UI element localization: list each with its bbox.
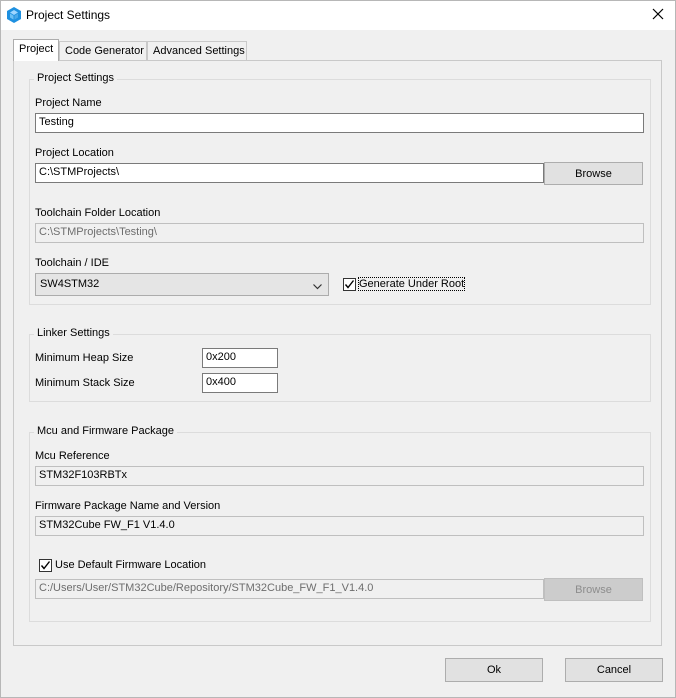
project-name-input[interactable]: Testing	[35, 113, 644, 133]
project-location-browse-button[interactable]: Browse	[544, 162, 643, 185]
close-button[interactable]	[641, 1, 675, 29]
tab-advanced-settings[interactable]: Advanced Settings	[147, 41, 247, 60]
linker-settings-group: Linker Settings Minimum Heap Size 0x200 …	[29, 327, 651, 402]
firmware-package-label: Firmware Package Name and Version	[35, 500, 221, 512]
close-icon	[652, 8, 664, 23]
tab-panel-project: Project Settings Project Name Testing Pr…	[13, 60, 662, 646]
mcu-reference-label: Mcu Reference	[35, 450, 110, 462]
project-location-label: Project Location	[35, 147, 114, 159]
tab-label: Code Generator	[65, 45, 144, 57]
tab-code-generator[interactable]: Code Generator	[59, 41, 147, 60]
window-title: Project Settings	[26, 8, 111, 22]
button-label: Cancel	[596, 664, 632, 676]
min-heap-input[interactable]: 0x200	[202, 348, 278, 368]
button-label: Ok	[486, 664, 502, 676]
chevron-down-icon	[313, 281, 322, 293]
use-default-firmware-checkbox[interactable]	[39, 559, 52, 572]
button-label: Browse	[575, 583, 612, 596]
mcu-firmware-group: Mcu and Firmware Package Mcu Reference S…	[29, 425, 651, 622]
ok-button[interactable]: Ok	[445, 658, 543, 682]
mcu-reference-input: STM32F103RBTx	[35, 466, 644, 486]
cube-icon	[7, 7, 21, 23]
use-default-firmware-label[interactable]: Use Default Firmware Location	[55, 559, 206, 571]
project-name-label: Project Name	[35, 97, 102, 109]
toolchain-folder-label: Toolchain Folder Location	[35, 207, 161, 219]
min-stack-label: Minimum Stack Size	[35, 377, 135, 389]
project-location-input[interactable]: C:\STMProjects\	[35, 163, 544, 183]
group-title: Linker Settings	[34, 327, 113, 339]
min-stack-input[interactable]: 0x400	[202, 373, 278, 393]
title-bar[interactable]: Project Settings	[1, 1, 675, 30]
project-settings-dialog: Project Settings Project Code Generator …	[0, 0, 676, 698]
group-title: Project Settings	[34, 72, 118, 84]
firmware-location-browse-button: Browse	[544, 578, 643, 601]
group-title: Mcu and Firmware Package	[34, 425, 177, 437]
toolchain-ide-select[interactable]: SW4STM32	[35, 273, 329, 296]
checkmark-icon	[40, 561, 51, 570]
cancel-button[interactable]: Cancel	[565, 658, 663, 682]
firmware-package-input: STM32Cube FW_F1 V1.4.0	[35, 516, 644, 536]
tab-label: Advanced Settings	[153, 45, 245, 57]
firmware-location-input: C:/Users/User/STM32Cube/Repository/STM32…	[35, 579, 544, 599]
tab-project[interactable]: Project	[13, 39, 59, 61]
min-heap-label: Minimum Heap Size	[35, 352, 134, 364]
button-label: Browse	[575, 167, 612, 180]
toolchain-folder-input: C:\STMProjects\Testing\	[35, 223, 644, 243]
select-value: SW4STM32	[40, 278, 100, 290]
project-settings-group: Project Settings Project Name Testing Pr…	[29, 72, 651, 305]
generate-under-root-checkbox[interactable]	[343, 278, 356, 291]
toolchain-ide-label: Toolchain / IDE	[35, 257, 109, 269]
generate-under-root-label[interactable]: Generate Under Root	[357, 277, 466, 291]
tab-label: Project	[19, 43, 54, 55]
checkmark-icon	[344, 280, 355, 289]
